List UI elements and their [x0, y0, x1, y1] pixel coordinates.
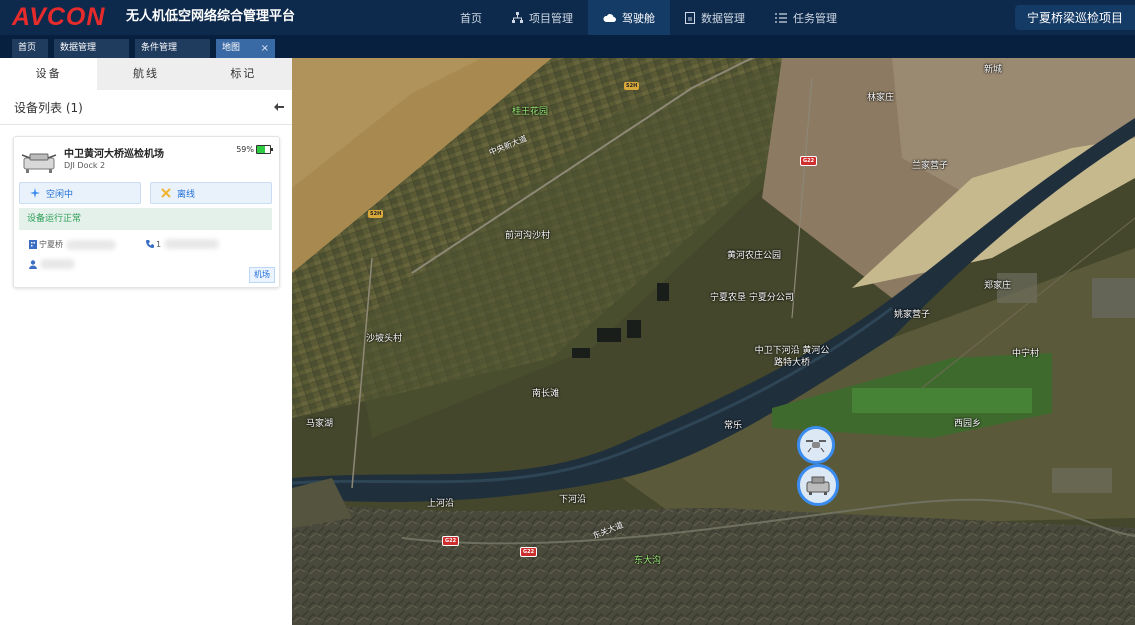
map-label: 南长滩: [532, 389, 560, 399]
road-shield: G22: [442, 536, 460, 546]
list-icon: [775, 12, 787, 23]
road-shield: G22: [520, 547, 538, 557]
tab-data-management[interactable]: 数据管理: [54, 39, 129, 58]
org-name: 宁夏桥: [39, 240, 63, 249]
map-label: 中宁村: [1012, 349, 1040, 359]
map-terrain: [292, 58, 1135, 625]
cross-icon: [161, 188, 171, 198]
road-shield: S2H: [624, 82, 640, 90]
map-label: 郑家庄: [984, 281, 1012, 291]
map-label: 东大沟: [634, 556, 662, 566]
tab-map-label: 地图: [222, 43, 241, 53]
device-list-header: 设备列表 (1): [0, 90, 292, 125]
building-icon: [29, 240, 37, 249]
device-sidebar: 设备 航线 标记 设备列表 (1) 中卫黄河大桥巡检机场 DJI Dock 2 …: [0, 58, 292, 625]
device-type-tag: 机场: [249, 267, 275, 283]
tab-markers[interactable]: 标记: [195, 58, 292, 90]
nav-cockpit-label: 驾驶舱: [622, 11, 655, 25]
battery-indicator: 59%: [236, 145, 273, 154]
device-card[interactable]: 中卫黄河大桥巡检机场 DJI Dock 2 59% 空闲中 离线 设备运行正常 …: [13, 136, 280, 288]
document-icon: [685, 11, 695, 24]
page-tabs: 首页 数据管理 条件管理 地图 ×: [0, 35, 1135, 58]
tab-data-label: 数据管理: [60, 43, 97, 53]
nav-project-label: 项目管理: [529, 11, 573, 25]
map-label: 下河沿: [559, 495, 587, 505]
map-label: 常乐: [724, 421, 743, 431]
nav-data-label: 数据管理: [701, 11, 745, 25]
drone-icon: [806, 440, 826, 453]
user-icon: [29, 259, 37, 269]
map-label: 沙坡头村: [366, 334, 403, 344]
tab-home[interactable]: 首页: [12, 39, 48, 58]
top-header: AVCON 无人机低空网络综合管理平台 首页 项目管理 驾驶舱 数据管理 任务管…: [0, 0, 1135, 35]
drone-marker[interactable]: [797, 426, 835, 464]
satellite-map[interactable]: 桂王花园 中央新大道 林家庄 兰家营子 新城 前河沟沙村 黄河农庄公园 宁夏农垦…: [292, 58, 1135, 625]
drone-status-idle: 空闲中: [19, 182, 141, 204]
battery-icon: [256, 145, 273, 154]
tab-home-label: 首页: [18, 43, 37, 53]
tab-routes[interactable]: 航线: [97, 58, 194, 90]
tab-condition-label: 条件管理: [141, 43, 178, 53]
contact-info: [29, 259, 75, 269]
nav-task-management[interactable]: 任务管理: [760, 0, 852, 35]
map-label: 兰家营子: [912, 161, 949, 171]
airplane-icon: [30, 188, 40, 198]
map-label: 马家湖: [306, 419, 334, 429]
phone-icon: [146, 239, 154, 248]
map-label: 桂王花园: [512, 107, 549, 117]
nav-project-management[interactable]: 项目管理: [497, 0, 588, 35]
tab-condition-management[interactable]: 条件管理: [135, 39, 210, 58]
nav-cockpit[interactable]: 驾驶舱: [588, 0, 670, 35]
device-model: DJI Dock 2: [64, 161, 106, 170]
dock-marker[interactable]: [797, 464, 839, 506]
device-name: 中卫黄河大桥巡检机场: [64, 149, 164, 160]
nav-data-management[interactable]: 数据管理: [670, 0, 760, 35]
hierarchy-icon: [512, 12, 523, 23]
battery-fill: [257, 146, 265, 153]
bridge-label: 中卫下河沿 黄河公路特大桥: [754, 346, 830, 368]
nav-task-label: 任务管理: [793, 11, 837, 25]
road-shield: S2H: [368, 210, 384, 218]
phone-number: 1: [156, 239, 162, 249]
health-status: 设备运行正常: [19, 208, 272, 230]
map-label: 新城: [984, 65, 1003, 75]
map-label: 上河沿: [427, 499, 455, 509]
org-info: 宁夏桥: [29, 239, 116, 250]
device-list-title: 设备列表 (1): [14, 100, 83, 115]
road-shield: G22: [800, 156, 818, 166]
map-label: 黄河农庄公园: [727, 251, 782, 261]
phone-info: 1: [146, 239, 220, 249]
close-icon[interactable]: ×: [261, 39, 269, 58]
status-offline-text: 离线: [177, 189, 196, 200]
nav-home[interactable]: 首页: [445, 0, 497, 35]
map-label: 西园乡: [954, 419, 982, 429]
drone-dock-icon: [21, 153, 57, 173]
dock-status-offline: 离线: [150, 182, 272, 204]
map-label: 姚家营子: [894, 310, 931, 320]
map-label: 林家庄: [867, 93, 895, 103]
cloud-icon: [603, 14, 616, 22]
map-label: 宁夏农垦 宁夏分公司: [710, 293, 794, 303]
app-title: 无人机低空网络综合管理平台: [126, 9, 296, 24]
sidebar-tabs: 设备 航线 标记: [0, 58, 292, 90]
main-nav: 首页 项目管理 驾驶舱 数据管理 任务管理: [445, 0, 852, 35]
dock-icon: [806, 476, 830, 495]
battery-text: 59%: [236, 145, 254, 154]
project-selector[interactable]: 宁夏桥梁巡检项目: [1014, 5, 1135, 30]
arrow-left-icon[interactable]: [274, 103, 284, 111]
tab-map[interactable]: 地图 ×: [216, 39, 275, 58]
logo: AVCON: [12, 3, 106, 31]
tab-devices[interactable]: 设备: [0, 58, 98, 90]
status-idle-text: 空闲中: [46, 189, 74, 200]
nav-home-label: 首页: [460, 11, 482, 25]
map-label: 前河沟沙村: [505, 231, 551, 241]
